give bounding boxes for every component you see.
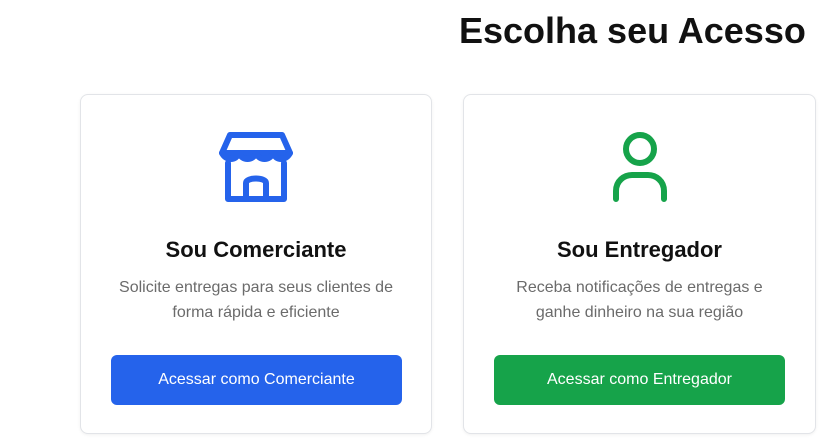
storefront-icon — [216, 127, 296, 207]
access-merchant-button[interactable]: Acessar como Comerciante — [111, 355, 402, 405]
courier-card-title: Sou Entregador — [556, 237, 722, 262]
merchant-card[interactable]: Sou Comerciante Solicite entregas para s… — [80, 94, 432, 434]
access-courier-button[interactable]: Acessar como Entregador — [494, 355, 785, 405]
page-title: Escolha seu Acesso — [459, 10, 806, 51]
courier-card-description: Receba notificações de entregas e ganhe … — [516, 279, 763, 321]
merchant-card-description: Solicite entregas para seus clientes de … — [119, 279, 393, 321]
merchant-card-title: Sou Comerciante — [165, 237, 347, 262]
courier-card[interactable]: Sou Entregador Receba notificações de en… — [463, 94, 816, 434]
user-icon — [600, 127, 680, 207]
